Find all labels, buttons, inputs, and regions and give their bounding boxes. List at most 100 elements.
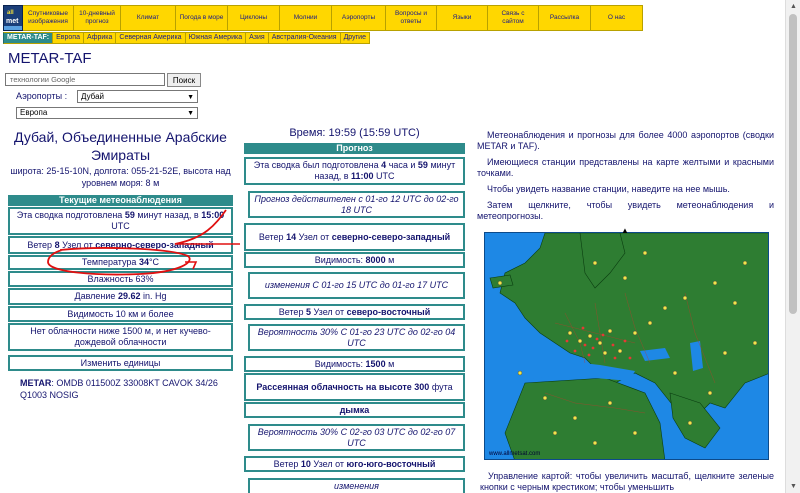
map-source-label: www.allmetsat.com [489, 451, 541, 457]
forecast-wind3-box: Ветер 10 Узел от юго-юго-восточный [244, 456, 465, 472]
chevron-down-icon: ▼ [187, 110, 194, 117]
obs-clouds-text: Нет облачности ниже 1500 м, и нет кучево… [30, 326, 211, 347]
chevron-down-icon: ▼ [187, 94, 194, 101]
region-select[interactable]: Европа ▼ [16, 107, 198, 119]
region-europe[interactable]: Европа [53, 32, 84, 44]
info-paragraph-1: Метеонаблюдения и прогнозы для более 400… [477, 130, 774, 151]
current-obs-header: Текущие метеонаблюдения [8, 195, 233, 206]
forecast-valid-box: Прогноз действителен с 01-го 12 UTC до 0… [248, 191, 465, 218]
forecast-vis2-text: Видимость: 1500 м [314, 358, 395, 369]
forecast-change1-box: изменения С 01-го 15 UTC до 01-го 17 UTC [248, 272, 465, 299]
obs-pressure-text: Давление 29.62 in. Hg [74, 291, 167, 301]
nav-10day-forecast[interactable]: 10-дневный прогноз [74, 5, 121, 31]
nav-satellite[interactable]: Спутниковые изображения [23, 5, 74, 31]
page: all met Спутниковые изображения 10-дневн… [0, 0, 800, 493]
change-units-label: Изменить единицы [80, 357, 161, 368]
obs-humidity-text: Влажность 63% [87, 273, 154, 284]
scroll-down-icon[interactable]: ▼ [790, 483, 797, 490]
region-north-america[interactable]: Северная Америка [116, 32, 186, 44]
forecast-haze-box: дымка [244, 402, 465, 418]
forecast-wind1-text: Ветер 14 Узел от северно-северо-западный [258, 231, 451, 242]
obs-wind-text: Ветер 8 Узел от северно-северо-западный [27, 239, 214, 250]
forecast-issued-box: Эта сводка был подготовлена 4 часа и 59 … [244, 157, 465, 185]
logo-text-bottom: met [6, 18, 19, 25]
station-coordinates: широта: 25-15-10N, долгота: 055-21-52E, … [10, 166, 231, 188]
obs-time-text: Эта сводка подготовлена 59 минут назад, … [16, 210, 225, 231]
forecast-cloud-text: Рассеянная облачность на высоте 300 фута [256, 381, 453, 392]
forecast-change1-text: изменения С 01-го 15 UTC до 01-го 17 UTC [264, 280, 449, 290]
forecast-prob1-box: Вероятность 30% С 01-го 23 UTC до 02-го … [248, 324, 465, 351]
mouse-cursor-icon: ▲ [621, 226, 629, 235]
info-text: Метеонаблюдения и прогнозы для более 400… [477, 130, 774, 227]
obs-wind-box: Ветер 8 Узел от северно-северо-западный [8, 236, 233, 254]
forecast-vis2-box: Видимость: 1500 м [244, 356, 465, 372]
top-nav: all met Спутниковые изображения 10-дневн… [3, 5, 643, 31]
forecast-vis1-text: Видимость: 8000 м [314, 254, 395, 265]
logo-text-top: all [7, 10, 14, 16]
region-other[interactable]: Другие [340, 32, 370, 44]
nav-contact[interactable]: Связь с сайтом [488, 5, 539, 31]
obs-visibility-box: Видимость 10 км и более [8, 306, 233, 322]
airport-select[interactable]: Дубай ▼ [77, 90, 198, 103]
nav-marine[interactable]: Погода в море [176, 5, 228, 31]
forecast-change2-text: изменения [334, 481, 379, 491]
station-map[interactable]: www.allmetsat.com [484, 232, 769, 460]
forecast-prob1-text: Вероятность 30% С 01-го 23 UTC до 02-го … [257, 326, 456, 348]
nav-climate[interactable]: Климат [121, 5, 176, 31]
search-input[interactable]: технологии Google [5, 73, 165, 86]
obs-temperature-text: Температура 34°C [81, 257, 160, 267]
site-logo[interactable]: all met [3, 5, 23, 31]
nav-airports[interactable]: Аэропорты [332, 5, 386, 31]
forecast-haze-text: дымка [339, 404, 370, 415]
station-title: Дубай, Объединенные Арабские Эмираты [14, 129, 227, 163]
nav-newsletter[interactable]: Рассылка [539, 5, 591, 31]
scroll-up-icon[interactable]: ▲ [790, 3, 797, 10]
forecast-change2-box: изменения [248, 478, 465, 493]
nav-cyclones[interactable]: Циклоны [228, 5, 280, 31]
current-time: Время: 19:59 (15:59 UTC) [289, 127, 420, 139]
forecast-wind2-text: Ветер 5 Узел от северо-восточный [278, 306, 431, 317]
change-units-button[interactable]: Изменить единицы [8, 355, 233, 371]
nav-about[interactable]: О нас [591, 5, 643, 31]
info-paragraph-2: Имеющиеся станции представлены на карте … [477, 157, 774, 178]
region-asia[interactable]: Азия [246, 32, 269, 44]
forecast-wind1-box: Ветер 14 Узел от северно-северо-западный [244, 223, 465, 251]
metar-report: METAR: OMDB 011500Z 33008KT CAVOK 34/26 … [20, 377, 235, 401]
obs-humidity-box: Влажность 63% [8, 271, 233, 287]
nav-lightning[interactable]: Молнии [280, 5, 332, 31]
scroll-thumb[interactable] [789, 14, 797, 314]
vertical-scrollbar[interactable]: ▲ ▼ [785, 0, 800, 493]
airport-select-value: Дубай [81, 92, 104, 101]
obs-time-box: Эта сводка подготовлена 59 минут назад, … [8, 207, 233, 235]
region-bar: METAR-TAF: Европа Африка Северная Америк… [3, 32, 370, 44]
forecast-wind3-text: Ветер 10 Узел от юго-юго-восточный [273, 458, 436, 469]
forecast-wind2-box: Ветер 5 Узел от северо-восточный [244, 304, 465, 320]
obs-temperature-box: Температура 34°C [8, 255, 233, 270]
obs-pressure-box: Давление 29.62 in. Hg [8, 288, 233, 305]
forecast-header: Прогноз [244, 143, 465, 154]
page-title: METAR-TAF [8, 50, 92, 67]
map-graphic [489, 233, 768, 459]
obs-clouds-box: Нет облачности ниже 1500 м, и нет кучево… [8, 323, 233, 351]
forecast-cloud-box: Рассеянная облачность на высоте 300 фута [244, 373, 465, 401]
region-africa[interactable]: Африка [83, 32, 117, 44]
region-oceania[interactable]: Австралия-Океания [268, 32, 341, 44]
forecast-prob2-text: Вероятность 30% С 02-го 03 UTC до 02-го … [257, 426, 456, 448]
map-land-africa [504, 377, 666, 459]
forecast-vis1-box: Видимость: 8000 м [244, 252, 465, 268]
obs-visibility-text: Видимость 10 км и более [67, 308, 174, 319]
region-select-value: Европа [20, 108, 48, 117]
region-label: METAR-TAF: [3, 32, 54, 44]
forecast-issued-text: Эта сводка был подготовлена 4 часа и 59 … [253, 160, 456, 181]
nav-faq[interactable]: Вопросы и ответы [386, 5, 437, 31]
map-caption: Управление картой: чтобы увеличить масшт… [480, 471, 774, 492]
nav-languages[interactable]: Языки [437, 5, 488, 31]
metar-label: METAR [20, 378, 52, 388]
forecast-valid-text: Прогноз действителен с 01-го 12 UTC до 0… [254, 193, 459, 215]
airport-select-label: Аэропорты : [16, 91, 68, 101]
info-paragraph-3: Чтобы увидеть название станции, наведите… [487, 184, 730, 194]
logo-stripe [4, 26, 22, 30]
search-button[interactable]: Поиск [167, 73, 201, 87]
forecast-prob2-box: Вероятность 30% С 02-го 03 UTC до 02-го … [248, 424, 465, 451]
region-south-america[interactable]: Южная Америка [185, 32, 247, 44]
